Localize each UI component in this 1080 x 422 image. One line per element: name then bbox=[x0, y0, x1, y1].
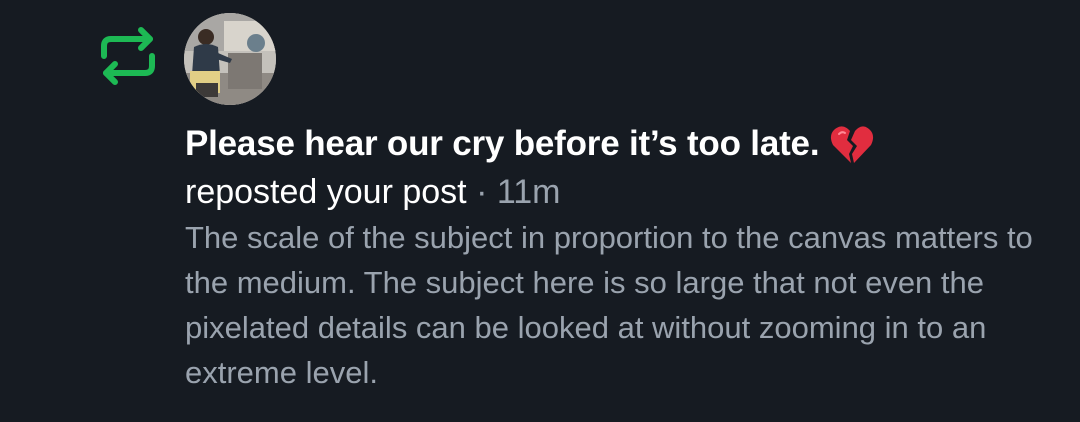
repost-icon bbox=[96, 26, 160, 86]
author-row: Please hear our cry before it’s too late… bbox=[185, 118, 1065, 170]
author-name[interactable]: Please hear our cry before it’s too late… bbox=[185, 124, 820, 164]
user-avatar[interactable] bbox=[184, 13, 276, 105]
action-row: reposted your post · 11m bbox=[185, 170, 1065, 214]
repost-notification[interactable]: Please hear our cry before it’s too late… bbox=[0, 0, 1080, 422]
timestamp: 11m bbox=[496, 173, 561, 211]
notification-content: Please hear our cry before it’s too late… bbox=[185, 118, 1065, 395]
action-text: reposted your post bbox=[185, 173, 477, 211]
post-preview-text[interactable]: The scale of the subject in proportion t… bbox=[185, 215, 1045, 395]
broken-heart-icon bbox=[829, 122, 875, 168]
separator-dot: · bbox=[476, 173, 497, 211]
